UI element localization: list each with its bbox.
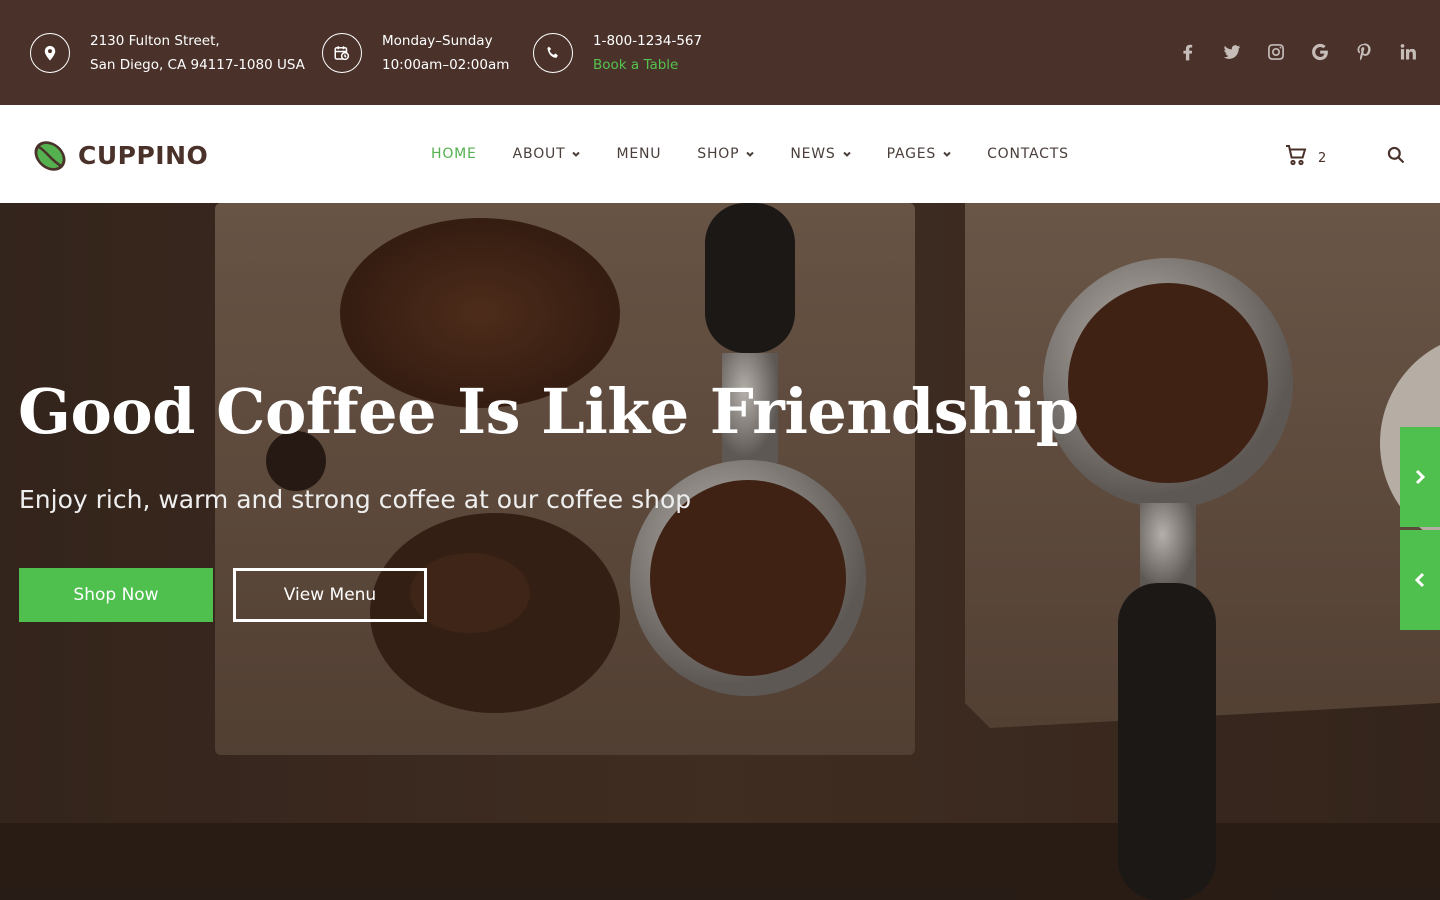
- brand-name: CUPPINO: [78, 140, 209, 170]
- address-line-2: San Diego, CA 94117-1080 USA: [90, 56, 305, 73]
- nav-item-label: ABOUT: [512, 146, 566, 162]
- hours-days: Monday–Sunday: [382, 32, 493, 49]
- phone-number[interactable]: 1-800-1234-567: [593, 29, 702, 53]
- nav-item-label: CONTACTS: [987, 146, 1069, 162]
- nav-item-label: NEWS: [790, 146, 836, 162]
- instagram-icon[interactable]: [1262, 38, 1290, 66]
- chevron-down-icon: [746, 150, 755, 158]
- google-icon[interactable]: [1306, 38, 1334, 66]
- nav-item-menu[interactable]: MENU: [616, 146, 661, 162]
- view-menu-button[interactable]: View Menu: [233, 568, 427, 622]
- address-line-1: 2130 Fulton Street,: [90, 32, 220, 49]
- calendar-clock-icon: [322, 32, 362, 73]
- linkedin-icon[interactable]: [1394, 38, 1422, 66]
- phone-icon: [533, 32, 573, 73]
- nav-item-label: MENU: [616, 146, 662, 162]
- top-info-bar: 2130 Fulton Street, San Diego, CA 94117-…: [0, 0, 1440, 105]
- nav-item-label: SHOP: [697, 146, 740, 162]
- shop-now-button[interactable]: Shop Now: [19, 568, 213, 622]
- site-logo[interactable]: CUPPINO: [30, 135, 208, 175]
- main-navbar: CUPPINO HOME ABOUT MENU SHOP NEWS PAGES …: [0, 105, 1440, 203]
- nav-item-news[interactable]: NEWS: [790, 146, 851, 162]
- chevron-right-icon: [1415, 469, 1426, 485]
- book-table-link[interactable]: Book a Table: [593, 53, 702, 77]
- social-links: [1158, 38, 1422, 66]
- location-pin-icon: [30, 32, 70, 73]
- nav-item-label: HOME: [431, 146, 477, 162]
- main-menu: HOME ABOUT MENU SHOP NEWS PAGES CONTACTS: [431, 105, 1105, 203]
- chevron-left-icon: [1414, 572, 1425, 588]
- phone-info: 1-800-1234-567 Book a Table: [533, 0, 702, 105]
- hero-slider: Good Coffee Is Like Friendship Enjoy ric…: [0, 203, 1440, 900]
- hero-title: Good Coffee Is Like Friendship: [18, 375, 1079, 448]
- nav-item-about[interactable]: ABOUT: [513, 146, 581, 162]
- coffee-bean-logo-icon: [34, 141, 66, 171]
- nav-item-label: PAGES: [886, 146, 937, 162]
- twitter-icon[interactable]: [1218, 38, 1246, 66]
- nav-item-home[interactable]: HOME: [431, 146, 477, 162]
- search-icon: [1387, 146, 1405, 164]
- search-button[interactable]: [1386, 145, 1406, 169]
- chevron-down-icon: [842, 150, 851, 158]
- chevron-down-icon: [572, 150, 581, 158]
- cart-icon: [1286, 145, 1307, 166]
- nav-item-pages[interactable]: PAGES: [887, 146, 951, 162]
- slider-prev-button[interactable]: [1400, 530, 1440, 630]
- hero-subtitle: Enjoy rich, warm and strong coffee at ou…: [19, 485, 692, 514]
- cart-button[interactable]: 2: [1284, 143, 1326, 167]
- nav-item-contacts[interactable]: CONTACTS: [987, 146, 1069, 162]
- address-info: 2130 Fulton Street, San Diego, CA 94117-…: [30, 0, 305, 105]
- hero-overlay: [0, 203, 1440, 900]
- pinterest-icon[interactable]: [1350, 38, 1378, 66]
- slider-next-button[interactable]: [1400, 427, 1440, 527]
- hours-time: 10:00am–02:00am: [382, 56, 510, 73]
- chevron-down-icon: [943, 150, 951, 158]
- nav-item-shop[interactable]: SHOP: [697, 146, 755, 162]
- facebook-icon[interactable]: [1174, 38, 1202, 66]
- cart-count: 2: [1318, 151, 1327, 166]
- hours-info: Monday–Sunday 10:00am–02:00am: [322, 0, 509, 105]
